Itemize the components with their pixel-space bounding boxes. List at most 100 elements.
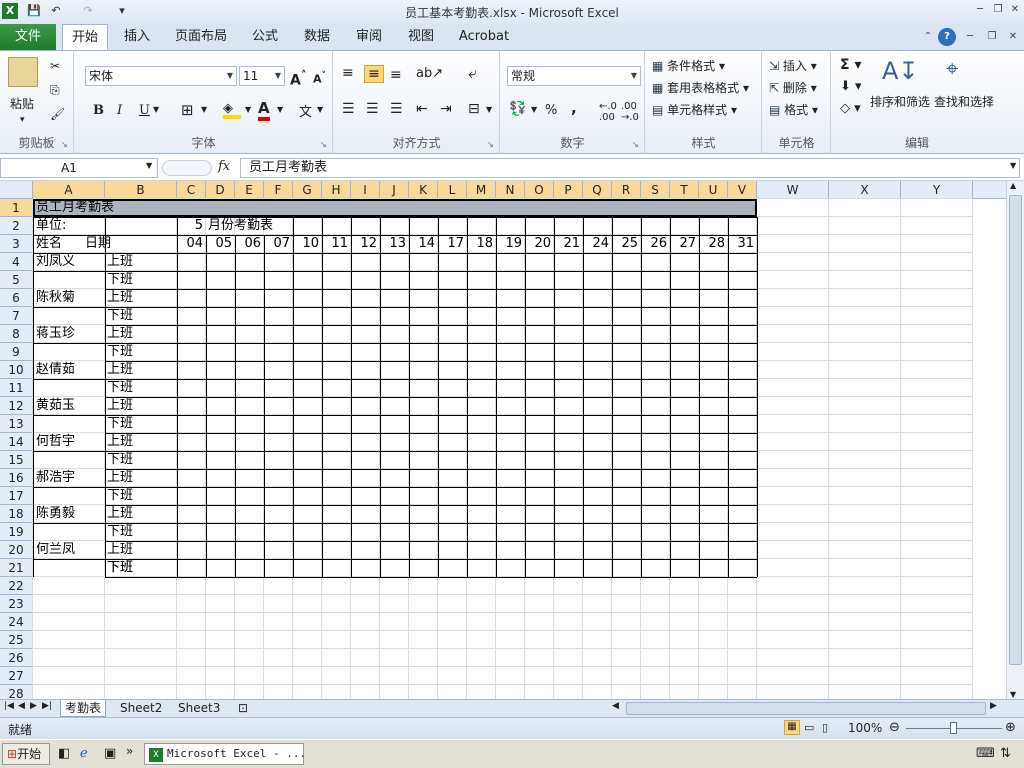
off-duty-cell[interactable]: 下班 (107, 415, 177, 433)
row-header[interactable]: 28 (0, 685, 33, 699)
column-header[interactable]: J (380, 181, 409, 199)
tab-acrobat[interactable]: Acrobat (454, 24, 514, 50)
date-header-cell[interactable]: 19 (496, 235, 522, 253)
date-header-cell[interactable]: 26 (641, 235, 667, 253)
date-header-cell[interactable]: 04 (177, 235, 203, 253)
on-duty-cell[interactable]: 上班 (107, 397, 177, 415)
column-header[interactable]: A (33, 181, 105, 199)
row-header[interactable]: 21 (0, 559, 33, 577)
row-header[interactable]: 4 (0, 253, 33, 271)
underline-button[interactable]: U (139, 103, 150, 118)
find-select-button[interactable]: 查找和选择 (934, 93, 994, 110)
underline-dropdown-icon[interactable]: ▼ (153, 105, 159, 114)
align-middle-icon[interactable]: ≡ (364, 65, 384, 83)
column-header[interactable]: I (351, 181, 380, 199)
paste-button[interactable]: 粘贴 (10, 95, 34, 112)
zoom-level[interactable]: 100% (848, 721, 882, 735)
employee-name-cell[interactable]: 何兰凤 (36, 541, 106, 559)
align-left-icon[interactable]: ☰ (342, 101, 355, 117)
date-header-cell[interactable]: 18 (467, 235, 493, 253)
date-header-cell[interactable]: 07 (264, 235, 290, 253)
page-layout-view-icon[interactable]: ▭ (804, 721, 814, 734)
delete-cells-button[interactable]: ⇱ 删除 ▾ (769, 79, 817, 96)
normal-view-icon[interactable]: ▦ (784, 720, 800, 735)
column-header[interactable]: T (670, 181, 699, 199)
align-center-icon[interactable]: ☰ (366, 101, 379, 117)
column-header[interactable]: M (467, 181, 496, 199)
orientation-icon[interactable]: ab↗ (416, 66, 443, 81)
worksheet-grid[interactable]: ABCDEFGHIJKLMNOPQRSTUVWXY 1 2 3 4 5 6 7 8 9 10 11 1… (0, 181, 1006, 699)
tab-formulas[interactable]: 公式 (246, 24, 284, 50)
minimize-icon[interactable]: ─ (972, 3, 988, 17)
borders-icon[interactable]: ⊞ (181, 101, 194, 119)
date-header-cell[interactable]: 31 (728, 235, 754, 253)
cell-a3-name-header[interactable]: 姓名 (36, 235, 86, 253)
clear-icon[interactable]: ◇ ▾ (840, 101, 861, 116)
employee-name-cell[interactable]: 何哲宇 (36, 433, 106, 451)
alignment-launcher-icon[interactable]: ↘ (487, 140, 496, 149)
cell-d2-title[interactable]: 月份考勤表 (208, 217, 298, 235)
align-top-icon[interactable]: ≡ (342, 65, 354, 81)
row-header[interactable]: 2 (0, 217, 33, 235)
row-header[interactable]: 16 (0, 469, 33, 487)
increase-decimal-icon[interactable]: ←.0.00 (599, 101, 617, 123)
comma-button[interactable]: , (571, 99, 577, 117)
off-duty-cell[interactable]: 下班 (107, 559, 177, 577)
fill-color-icon[interactable]: ◈ (223, 101, 241, 119)
currency-dropdown-icon[interactable]: ▼ (531, 105, 537, 114)
date-header-cell[interactable]: 27 (670, 235, 696, 253)
employee-name-cell[interactable]: 蒋玉珍 (36, 325, 106, 343)
employee-name-cell[interactable]: 郝浩宇 (36, 469, 106, 487)
on-duty-cell[interactable]: 上班 (107, 433, 177, 451)
date-header-cell[interactable]: 17 (438, 235, 464, 253)
close-icon[interactable]: ✕ (1007, 3, 1023, 17)
horizontal-scroll-thumb[interactable] (626, 702, 986, 715)
insert-cells-button[interactable]: ⇲ 插入 ▾ (769, 57, 817, 74)
employee-name-cell[interactable]: 陈勇毅 (36, 505, 106, 523)
cell-a2-unit[interactable]: 单位: (36, 217, 96, 235)
row-header[interactable]: 5 (0, 271, 33, 289)
zoom-out-icon[interactable]: ⊖ (889, 720, 900, 735)
date-header-cell[interactable]: 14 (409, 235, 435, 253)
scroll-down-icon[interactable]: ▼ (1010, 690, 1016, 699)
format-cells-button[interactable]: ▤ 格式 ▾ (769, 101, 818, 118)
zoom-in-icon[interactable]: ⊕ (1005, 720, 1016, 735)
tab-view[interactable]: 视图 (402, 24, 440, 50)
column-header[interactable]: D (206, 181, 235, 199)
tab-data[interactable]: 数据 (298, 24, 336, 50)
column-header[interactable]: F (264, 181, 293, 199)
font-color-dropdown-icon[interactable]: ▼ (277, 105, 283, 114)
on-duty-cell[interactable]: 上班 (107, 325, 177, 343)
row-header[interactable]: 26 (0, 649, 33, 667)
scroll-left-icon[interactable]: ◀ (612, 701, 619, 711)
autosum-button[interactable]: Σ ▾ (840, 57, 861, 73)
sheet-tab-sheet3[interactable]: Sheet3 (174, 700, 224, 717)
row-header[interactable]: 22 (0, 577, 33, 595)
column-header[interactable]: R (612, 181, 641, 199)
column-header[interactable]: B (105, 181, 177, 199)
vertical-scroll-thumb[interactable] (1009, 195, 1022, 665)
fill-color-dropdown-icon[interactable]: ▼ (245, 105, 251, 114)
column-header[interactable]: U (699, 181, 728, 199)
row-header[interactable]: 13 (0, 415, 33, 433)
font-size-select[interactable]: 11 ▼ (239, 66, 285, 86)
network-icon[interactable]: ⇅ (1000, 746, 1011, 761)
formula-input[interactable]: 员工月考勤表 (240, 158, 1020, 178)
tab-file[interactable]: 文件 (0, 24, 56, 50)
format-as-table-button[interactable]: ▦ 套用表格格式 ▾ (652, 79, 749, 96)
row-header[interactable]: 1 (0, 199, 33, 217)
column-header[interactable]: N (496, 181, 525, 199)
clipboard-launcher-icon[interactable]: ↘ (61, 140, 70, 149)
percent-button[interactable]: % (545, 103, 557, 118)
expand-formula-bar-icon[interactable]: ▼ (1010, 161, 1016, 170)
page-break-view-icon[interactable]: ▯ (822, 721, 828, 734)
row-header[interactable]: 3 (0, 235, 33, 253)
align-bottom-icon[interactable]: ≡ (390, 67, 402, 83)
align-right-icon[interactable]: ☰ (390, 101, 403, 117)
fill-icon[interactable]: ⬇ ▾ (840, 79, 862, 94)
date-header-cell[interactable]: 28 (699, 235, 725, 253)
row-header[interactable]: 19 (0, 523, 33, 541)
merge-center-icon[interactable]: ⊟ (468, 101, 480, 117)
cell-a1-title[interactable]: 员工月考勤表 (36, 199, 336, 217)
tab-review[interactable]: 审阅 (350, 24, 388, 50)
